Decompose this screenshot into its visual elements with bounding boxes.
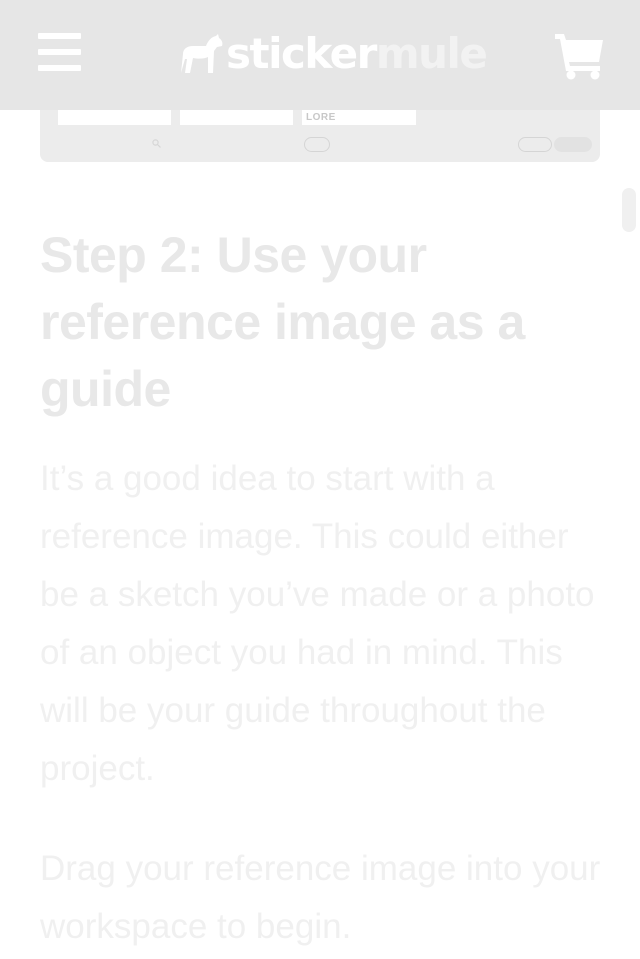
logo-text-mule: mule [375,29,488,78]
screenshot-thumbnail [180,110,293,125]
search-icon [152,139,161,148]
screenshot-thumbnail [58,110,171,125]
screenshot-pill [518,137,552,152]
step-heading: Step 2: Use your reference image as a gu… [40,227,525,417]
shopping-cart-icon [555,34,603,80]
menu-button[interactable] [32,28,88,78]
hamburger-menu-icon [38,33,81,39]
paragraph-drag-image: Drag your reference image into your work… [40,849,601,946]
hamburger-menu-icon-bar [38,49,81,55]
scrollbar-thumb[interactable] [622,188,636,232]
thumbnail-label: LORE [306,112,336,123]
paragraph-reference-image: It’s a good idea to start with a referen… [40,459,595,788]
sticker-mule-logo[interactable]: stickermule [178,26,488,82]
logo-wordmark: stickermule [226,33,488,75]
hamburger-menu-icon-bar [38,65,81,71]
logo-text-sticker: sticker [226,29,377,78]
top-nav-bar: stickermule [0,0,640,110]
screenshot-pill [554,137,592,152]
screenshot-toolbar [40,127,600,162]
screenshot-thumbnail: LORE [302,110,416,125]
screenshot-pill [304,137,330,152]
cart-button[interactable] [553,30,607,80]
mule-icon [181,34,223,73]
